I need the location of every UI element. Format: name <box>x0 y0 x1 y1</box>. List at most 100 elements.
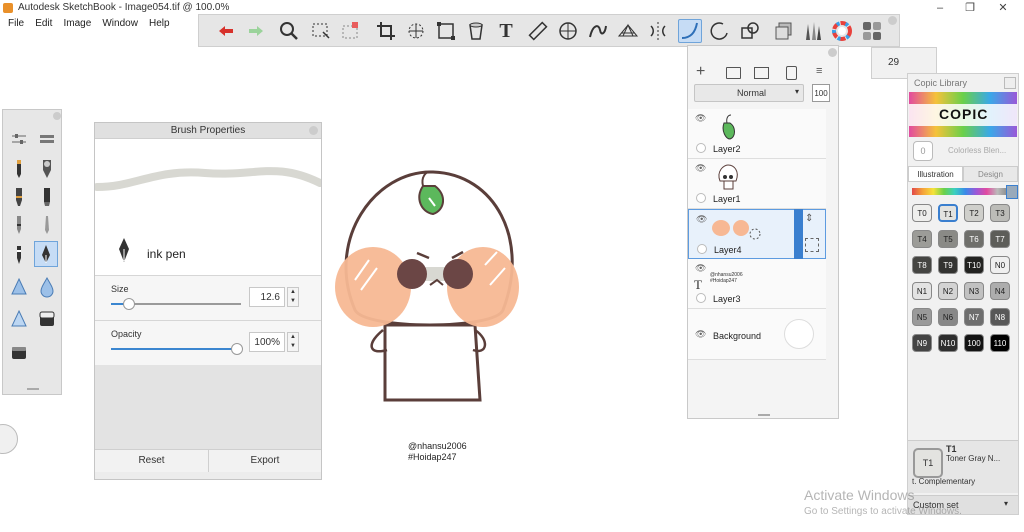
ellipse-guide-icon[interactable] <box>556 19 580 43</box>
move-layer-icon[interactable]: ⇕ <box>805 213 813 224</box>
close-button[interactable]: ✕ <box>988 0 1018 16</box>
marker-brush-icon[interactable] <box>7 184 31 210</box>
add-layer-icon[interactable]: + <box>696 64 705 80</box>
hard-eraser-icon[interactable] <box>7 339 31 365</box>
add-image-icon[interactable] <box>754 67 769 79</box>
copic-swatch[interactable]: T6 <box>964 230 984 248</box>
reset-button[interactable]: Reset <box>95 455 208 466</box>
eraser-icon[interactable] <box>35 306 59 332</box>
layers-drag-handle[interactable] <box>758 414 770 416</box>
menu-edit[interactable]: Edit <box>35 16 52 32</box>
layer-opacity-value[interactable]: 100 <box>812 84 830 102</box>
copic-swatch[interactable]: T9 <box>938 256 958 274</box>
size-slider-knob[interactable] <box>122 298 135 310</box>
sharpen-brush-icon[interactable] <box>7 306 31 332</box>
palette-close-dot[interactable] <box>53 112 61 120</box>
layer-lock-dot[interactable] <box>696 193 706 203</box>
blur-drop-icon[interactable] <box>35 274 59 300</box>
colorless-swatch[interactable]: 0 <box>913 141 933 161</box>
eye-icon[interactable]: 👁 <box>695 113 706 124</box>
layer-scroll-indicator[interactable] <box>794 209 803 259</box>
copic-library-icon[interactable] <box>860 19 884 43</box>
copic-swatch[interactable]: T4 <box>912 230 932 248</box>
size-value[interactable]: 12.6 <box>249 287 285 307</box>
copic-swatch[interactable]: T3 <box>990 204 1010 222</box>
tab-illustration[interactable]: Illustration <box>908 166 963 182</box>
palette-view-icon[interactable] <box>35 126 59 152</box>
size-spinner[interactable]: ▲ ▼ <box>287 287 299 307</box>
layer-row[interactable]: 👁 Layer1 <box>688 159 826 209</box>
layers-close-dot[interactable] <box>828 48 837 57</box>
copic-swatch[interactable]: T5 <box>938 230 958 248</box>
select-dashed-icon[interactable] <box>339 19 363 43</box>
opacity-value[interactable]: 100% <box>249 332 285 352</box>
copic-swatch[interactable]: N10 <box>938 334 958 352</box>
minimize-button[interactable]: – <box>925 0 955 16</box>
copic-swatch[interactable]: N3 <box>964 282 984 300</box>
layer-lock-dot[interactable] <box>697 244 707 254</box>
copic-close-icon[interactable] <box>1004 77 1016 89</box>
redo-icon[interactable] <box>244 19 268 43</box>
transform-icon[interactable] <box>404 19 428 43</box>
toolbar-close-dot[interactable] <box>888 16 897 25</box>
copic-swatch[interactable]: T8 <box>912 256 932 274</box>
copic-swatch[interactable]: 110 <box>990 334 1010 352</box>
chisel-brush-icon[interactable] <box>35 184 59 210</box>
zoom-icon[interactable] <box>277 19 301 43</box>
layer-editor-icon[interactable] <box>772 19 796 43</box>
copic-swatch[interactable]: T1 <box>938 204 958 222</box>
blend-mode-select[interactable]: Normal ▾ <box>694 84 804 102</box>
copic-swatch[interactable]: 100 <box>964 334 984 352</box>
smudge-brush-icon[interactable] <box>7 274 31 300</box>
layer-transform-icon[interactable] <box>805 238 819 252</box>
copic-swatch[interactable]: T0 <box>912 204 932 222</box>
copic-family-selector[interactable] <box>1006 185 1018 199</box>
select-icon[interactable] <box>309 19 333 43</box>
maximize-button[interactable]: ❐ <box>955 0 985 16</box>
add-group-icon[interactable] <box>726 67 741 79</box>
technical-pen-icon[interactable] <box>7 242 31 268</box>
distort-icon[interactable] <box>434 19 458 43</box>
copic-swatch[interactable]: N9 <box>912 334 932 352</box>
pencil-brush-icon[interactable] <box>7 156 31 182</box>
copic-swatch[interactable]: N0 <box>990 256 1010 274</box>
clear-layer-icon[interactable] <box>786 66 797 80</box>
predictive-stroke-icon[interactable] <box>708 19 732 43</box>
layer-row[interactable]: 👁 Layer2 <box>688 109 826 159</box>
text-icon[interactable]: T <box>494 19 518 43</box>
current-swatch[interactable]: T1 <box>913 448 943 478</box>
lagoon-puck[interactable] <box>0 424 18 454</box>
palette-drag-handle[interactable] <box>27 388 39 390</box>
tab-design[interactable]: Design <box>963 166 1018 182</box>
brush-props-close-dot[interactable] <box>309 126 318 135</box>
canvas-drawing[interactable] <box>325 160 525 410</box>
copic-family-strip[interactable] <box>912 188 1008 195</box>
menu-window[interactable]: Window <box>102 16 138 32</box>
opacity-spinner[interactable]: ▲ ▼ <box>287 332 299 352</box>
airbrush-icon[interactable] <box>35 156 59 182</box>
french-curve-icon[interactable] <box>586 19 610 43</box>
copic-swatch[interactable]: N6 <box>938 308 958 326</box>
perspective-icon[interactable] <box>616 19 640 43</box>
opacity-slider-knob[interactable] <box>231 343 243 355</box>
background-color-swatch[interactable] <box>784 319 814 349</box>
ballpoint-brush-icon[interactable] <box>7 212 31 238</box>
brushes-icon[interactable] <box>800 19 824 43</box>
copic-swatch[interactable]: T10 <box>964 256 984 274</box>
export-button[interactable]: Export <box>209 455 321 466</box>
color-wheel-icon[interactable] <box>830 19 854 43</box>
stroke-icon[interactable] <box>678 19 702 43</box>
fineliner-brush-icon[interactable] <box>35 212 59 238</box>
copic-swatch[interactable]: N7 <box>964 308 984 326</box>
layer-menu-icon[interactable]: ≡ <box>816 65 822 77</box>
copic-swatch[interactable]: N2 <box>938 282 958 300</box>
copic-swatch[interactable]: N1 <box>912 282 932 300</box>
copic-swatch[interactable]: T2 <box>964 204 984 222</box>
fill-bucket-icon[interactable] <box>464 19 488 43</box>
eye-icon[interactable]: 👁 <box>696 214 707 225</box>
copic-swatch[interactable]: N4 <box>990 282 1010 300</box>
ink-pen-tool-icon[interactable] <box>34 241 58 267</box>
copic-swatch[interactable]: T7 <box>990 230 1010 248</box>
eye-icon[interactable]: 👁 <box>695 329 706 340</box>
layer-row[interactable]: 👁 T @nhansu2006 #Hoidap247 Layer3 <box>688 259 826 309</box>
